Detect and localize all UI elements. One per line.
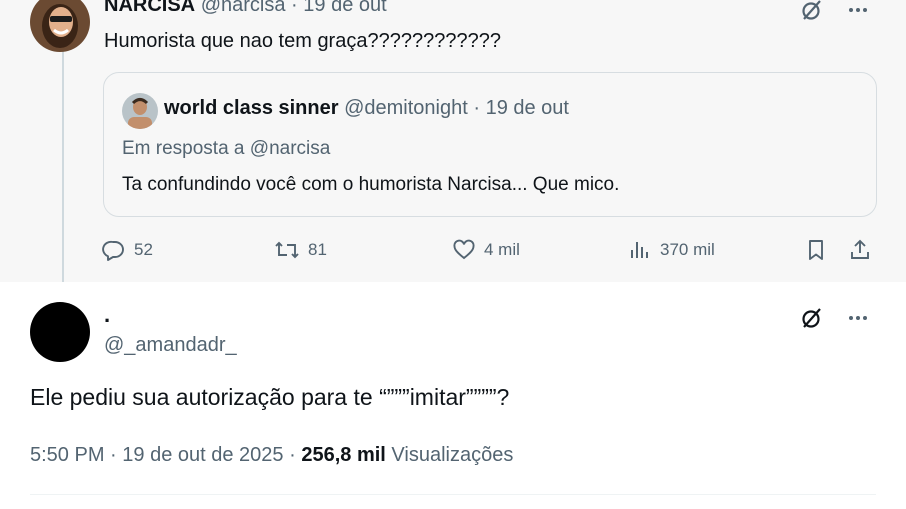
thread-connector-line: [62, 46, 64, 286]
bookmark-icon: [809, 240, 823, 260]
avatar-world-class-sinner[interactable]: [122, 93, 158, 129]
author-handle[interactable]: @narcisa: [201, 0, 286, 16]
repost-icon: [275, 241, 299, 259]
views-count: 370 mil: [660, 240, 715, 259]
views-total: 256,8 mil: [301, 444, 386, 466]
quoted-tweet-text: Humorista que nao tem graça????????????: [104, 30, 501, 52]
tweet-full-date[interactable]: 19 de out de 2025: [122, 444, 283, 466]
reply-quote-card[interactable]: world class sinner @demitonight · 19 de …: [103, 72, 877, 217]
repost-button[interactable]: 81: [274, 238, 327, 262]
reply-card-text: Ta confundindo você com o humorista Narc…: [122, 174, 620, 195]
like-icon: [453, 239, 475, 260]
avatar-amandadr[interactable]: [30, 302, 90, 362]
main-tweet-top-icons: [798, 304, 872, 332]
like-count: 4 mil: [484, 240, 520, 259]
reply-icon: [102, 240, 124, 261]
bookmark-button[interactable]: [804, 238, 828, 262]
reply-card-header: world class sinner @demitonight · 19 de …: [164, 97, 569, 120]
grok-icon[interactable]: [798, 0, 826, 24]
repost-count: 81: [308, 240, 327, 259]
reply-author-handle[interactable]: @demitonight: [344, 97, 468, 119]
views-button[interactable]: 370 mil: [628, 238, 715, 262]
share-icon: [851, 239, 869, 259]
more-icon[interactable]: [844, 304, 872, 332]
reply-author-name[interactable]: world class sinner: [164, 97, 339, 119]
tweet-metadata: 5:50 PM · 19 de out de 2025 · 256,8 mil …: [30, 444, 513, 467]
reply-button[interactable]: 52: [102, 238, 153, 262]
avatar-narcisa[interactable]: [30, 0, 90, 52]
views-icon: [631, 242, 648, 258]
tweet-top-icons: [798, 0, 872, 24]
quoted-thread-section: NARCISA @narcisa · 19 de out Humorista q…: [0, 0, 906, 286]
share-button[interactable]: [848, 238, 872, 262]
main-tweet-text: Ele pediu sua autorização para te “”””im…: [30, 384, 510, 410]
views-label: Visualizações: [391, 444, 514, 466]
divider: [30, 494, 876, 495]
quoted-tweet-header: NARCISA @narcisa · 19 de out: [104, 0, 387, 17]
reply-date[interactable]: 19 de out: [486, 97, 569, 119]
separator-dot: ·: [289, 444, 296, 466]
grok-icon[interactable]: [798, 304, 826, 332]
tweet-time[interactable]: 5:50 PM: [30, 444, 104, 466]
main-author-handle[interactable]: @_amandadr_: [104, 334, 237, 357]
tweet-action-bar: 52 81 4 mil 370 mil: [100, 238, 880, 266]
more-icon[interactable]: [844, 0, 872, 24]
author-name[interactable]: NARCISA: [104, 0, 195, 16]
separator-dot: ·: [473, 97, 481, 119]
main-author-name[interactable]: .: [104, 302, 110, 328]
separator-dot: ·: [291, 0, 298, 16]
tweet-date[interactable]: 19 de out: [303, 0, 386, 16]
like-button[interactable]: 4 mil: [452, 238, 520, 262]
main-tweet-section: . @_amandadr_ Ele pediu sua autorização …: [0, 282, 906, 509]
in-reply-to-label: Em resposta a @narcisa: [122, 138, 331, 159]
separator-dot: ·: [110, 444, 117, 466]
reply-count: 52: [134, 240, 153, 259]
